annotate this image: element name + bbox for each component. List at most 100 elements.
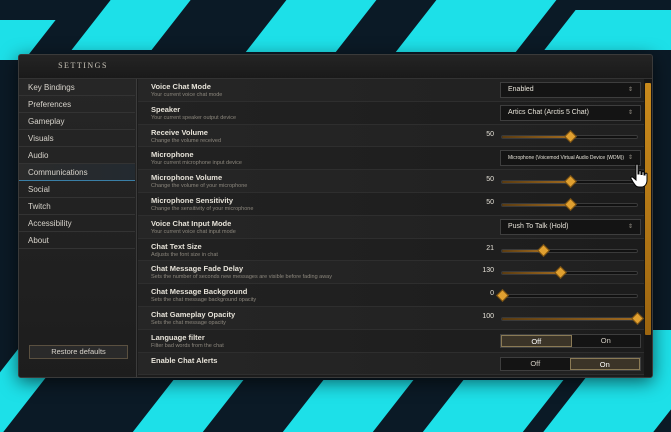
chat-message-fade-delay-value: 130 [482,267,494,275]
sidebar-item-accessibility[interactable]: Accessibility [19,215,135,232]
setting-description: Your current microphone input device [151,160,242,167]
setting-title: Receive Volume [151,127,208,137]
setting-row-chat-message-background: Chat Message Background Sets the chat mes… [138,284,644,307]
setting-title: Microphone Sensitivity [151,195,234,205]
settings-list: Voice Chat Mode Your current voice chat m… [138,79,644,377]
slider-knob[interactable] [631,312,644,325]
sidebar-item-audio[interactable]: Audio [19,147,135,164]
setting-title: Microphone [151,150,194,160]
setting-description: Filter bad words from the chat [151,342,224,349]
slider-knob[interactable] [563,129,577,143]
window-title: SETTINGS [58,61,108,70]
slider-knob[interactable] [563,198,577,211]
sidebar-item-about[interactable]: About [19,232,135,249]
setting-row-microphone-sensitivity: Microphone Sensitivity Change the sensiti… [138,192,644,216]
setting-row-enable-chat-alerts: Enable Chat Alerts Off On [138,352,644,376]
microphone-sensitivity-value: 50 [486,198,494,206]
chat-gameplay-opacity-slider[interactable] [501,312,644,325]
setting-row-voice-chat-mode: Voice Chat Mode Your current voice chat m… [138,79,644,102]
voice-chat-input-mode-dropdown[interactable]: Push To Talk (Hold) ⇕ [500,218,641,235]
setting-description: Adjusts the font size in chat [151,251,218,258]
setting-description: Change the volume of your microphone [151,183,248,190]
setting-row-receive-volume: Receive Volume Change the volume received… [138,124,644,148]
hand-cursor-icon [630,163,648,188]
microphone-volume-slider[interactable] [501,175,638,189]
toggle-option-off[interactable]: Off [501,334,572,347]
updown-arrow-icon: ⇕ [627,87,633,93]
setting-title: Chat Gameplay Opacity [151,309,236,319]
receive-volume-value: 50 [486,130,494,138]
setting-title: Chat Message Background [151,287,248,297]
slider-fill [502,203,570,206]
slider-fill [502,181,570,184]
language-filter-toggle: Off On [500,333,641,348]
dropdown-value: Microphone (Voicemod Virtual Audio Devic… [508,155,625,162]
sidebar-item-social[interactable]: Social [19,181,135,198]
setting-title: Voice Chat Mode [151,82,211,91]
setting-description: Change the volume received [151,137,222,144]
setting-row-microphone-volume: Microphone Volume Change the volume of yo… [138,170,644,193]
setting-title: Voice Chat Input Mode [151,218,232,228]
setting-title: Enable Chat Alerts [151,355,218,365]
sidebar-item-communications[interactable]: Communications [19,164,135,181]
window-header: SETTINGS [19,55,652,79]
chat-message-background-slider[interactable] [496,289,638,303]
setting-description: Sets the chat message background opacity [151,297,257,304]
setting-title: Speaker [151,104,181,114]
voice-chat-mode-dropdown[interactable]: Enabled ⇕ [500,82,641,98]
toggle-option-on[interactable]: On [571,334,640,347]
microphone-sensitivity-slider[interactable] [501,198,638,211]
setting-description: Sets the number of seconds new messages … [151,274,332,281]
restore-defaults-button[interactable]: Restore defaults [29,345,128,359]
toggle-option-off[interactable]: Off [501,357,570,370]
setting-row-chat-text-size: Chat Text Size Adjusts the font size in c… [138,238,644,262]
setting-row-chat-gameplay-opacity: Chat Gameplay Opacity Sets the chat messa… [138,306,644,330]
sidebar-item-gameplay[interactable]: Gameplay [19,113,135,130]
slider-knob[interactable] [563,175,577,189]
setting-title: Language filter [151,332,205,342]
sidebar-list: Key Bindings Preferences Gameplay Visuals Au… [19,79,136,249]
scrollbar-thumb[interactable] [645,83,651,335]
sidebar-item-preferences[interactable]: Preferences [19,96,135,113]
sidebar-item-twitch[interactable]: Twitch [19,198,135,215]
slider-knob[interactable] [554,266,567,280]
sidebar-item-key-bindings[interactable]: Key Bindings [19,79,135,96]
sidebar-item-visuals[interactable]: Visuals [19,130,135,147]
dropdown-value: Push To Talk (Hold) [508,222,569,230]
setting-description: Your current voice chat input mode [151,228,236,235]
chat-message-fade-delay-slider[interactable] [501,266,638,280]
updown-arrow-icon: ⇕ [627,109,633,116]
setting-row-speaker: Speaker Your current speaker output devic… [138,101,644,125]
slider-fill [502,317,637,320]
chat-text-size-value: 21 [486,244,494,252]
speaker-dropdown[interactable]: Artics Chat (Arctis 5 Chat) ⇕ [500,104,641,121]
microphone-volume-value: 50 [486,176,494,184]
settings-window: SETTINGS Key Bindings Preferences Gameplay… [18,54,653,378]
sidebar: Key Bindings Preferences Gameplay Visuals Au… [19,79,137,377]
setting-description: Your current speaker output device [151,114,237,121]
dropdown-value: Enabled [508,86,534,93]
setting-row-voice-chat-input-mode: Voice Chat Input Mode Your current voice … [138,215,644,239]
slider-fill [502,135,570,138]
setting-description: Change the sensitivity of your microphon… [151,205,254,212]
setting-row-language-filter: Language filter Filter bad words from the… [138,329,644,353]
dropdown-value: Artics Chat (Arctis 5 Chat) [508,108,589,116]
toggle-option-on[interactable]: On [569,357,640,370]
chat-message-background-value: 0 [490,290,494,298]
slider-fill [502,272,561,275]
enable-chat-alerts-toggle: Off On [500,356,641,371]
setting-title: Microphone Volume [151,173,223,183]
scrollbar[interactable] [644,79,652,377]
updown-arrow-icon: ⇕ [627,223,633,230]
setting-description: Sets the chat message opacity [151,319,226,326]
chat-gameplay-opacity-value: 100 [482,312,494,320]
setting-row-microphone: Microphone Your current microphone input … [138,147,644,171]
slider-knob[interactable] [536,243,550,257]
slider-knob[interactable] [496,289,509,303]
chat-text-size-slider[interactable] [501,243,638,257]
setting-title: Chat Text Size [151,241,202,251]
setting-title: Chat Message Fade Delay [151,264,244,274]
setting-description: Your current voice chat mode [151,92,223,98]
microphone-dropdown[interactable]: Microphone (Voicemod Virtual Audio Devic… [500,150,641,167]
receive-volume-slider[interactable] [501,129,638,143]
